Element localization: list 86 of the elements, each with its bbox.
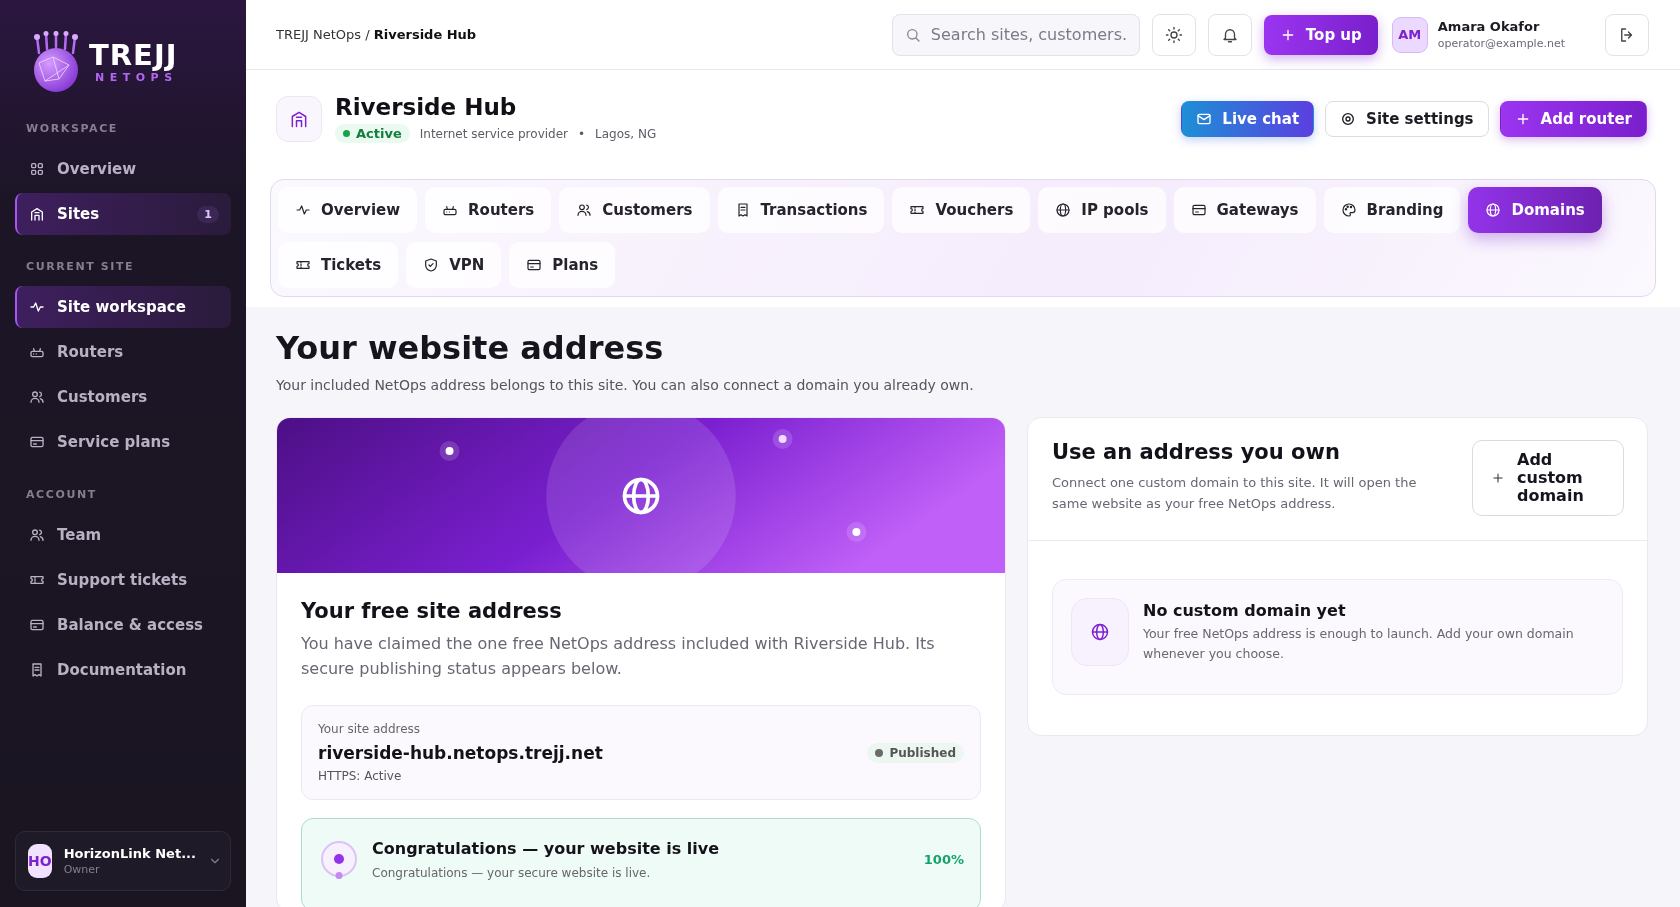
palette-icon	[1340, 202, 1357, 218]
sidebar-item[interactable]: Documentation	[15, 649, 231, 691]
empty-state-title: No custom domain yet	[1143, 600, 1347, 620]
notifications-button[interactable]	[1207, 13, 1252, 56]
theme-button[interactable]	[1151, 13, 1196, 56]
card-icon	[1190, 202, 1207, 218]
section-heading: WORKSPACE	[25, 122, 119, 135]
sidebar-item[interactable]: Sites 1	[15, 193, 231, 235]
site-title: Riverside Hub	[335, 94, 518, 120]
https-status: HTTPS: Active	[318, 769, 403, 783]
globe-icon	[1055, 202, 1072, 218]
card-description: You have claimed the one free NetOps address included with Riverside Hub. Its secure publishing status appears below.	[301, 633, 936, 680]
sidebar-item[interactable]: Balance & access	[15, 604, 231, 646]
site-type: Internet service provider	[419, 126, 568, 141]
pulse-icon	[295, 202, 311, 218]
target-icon	[1340, 110, 1357, 127]
card-icon	[29, 434, 45, 450]
receipt-icon	[29, 662, 45, 678]
tab[interactable]: Branding	[1323, 187, 1461, 233]
tab[interactable]: Tickets	[278, 242, 399, 288]
plus-icon	[1491, 471, 1505, 485]
sidebar-item[interactable]: Site workspace	[15, 286, 231, 328]
tab[interactable]: Domains	[1468, 187, 1602, 233]
sidebar-item[interactable]: Customers	[15, 376, 231, 418]
tab[interactable]: Transactions	[717, 187, 885, 233]
add-custom-domain-button[interactable]: Add custom domain	[1472, 440, 1624, 516]
users-icon	[29, 527, 45, 543]
top-up-button[interactable]: Top up	[1263, 14, 1378, 55]
shield-check-icon	[423, 257, 440, 273]
sidebar-item[interactable]: Service plans	[15, 421, 231, 463]
tab[interactable]: VPN	[406, 242, 502, 288]
section-heading: ACCOUNT	[25, 488, 98, 501]
user-email: operator@example.net	[1437, 37, 1565, 50]
brand-name: TREJJ	[89, 40, 178, 71]
building-icon	[29, 206, 45, 222]
page-subtitle: Your included NetOps address belongs to this site. You can also connect a domain you already own.	[276, 377, 975, 393]
sun-icon	[1164, 25, 1183, 44]
avatar: HO	[28, 844, 52, 878]
page-title: Your website address	[276, 329, 665, 367]
sidebar-item[interactable]: Overview	[15, 148, 231, 190]
live-chat-button[interactable]: Live chat	[1181, 100, 1315, 137]
account-name: HorizonLink Net...	[63, 846, 196, 861]
tab[interactable]: IP pools	[1038, 187, 1166, 233]
avatar: AM	[1391, 16, 1428, 53]
progress-percent: 100%	[923, 852, 964, 867]
tab[interactable]: Customers	[559, 187, 710, 233]
progress-title: Congratulations — your website is live	[372, 839, 720, 858]
empty-state-description: Your free NetOps address is enough to launch. Add your own domain whenever you choose.	[1143, 624, 1575, 663]
user-name: Amara Okafor	[1437, 19, 1540, 34]
card-title: Your free site address	[301, 599, 563, 623]
tab[interactable]: Gateways	[1173, 187, 1316, 233]
sidebar-item[interactable]: Routers	[15, 331, 231, 373]
sidebar-item[interactable]: Team	[15, 514, 231, 556]
status-ring-icon	[320, 839, 358, 880]
globe-icon	[1090, 622, 1110, 642]
status-badge: Published	[867, 742, 964, 763]
site-location: Lagos, NG	[595, 126, 657, 141]
account-role: Owner	[63, 863, 100, 876]
breadcrumb: TREJJ NetOps / Riverside Hub	[276, 27, 477, 42]
separator-dot: •	[578, 126, 586, 141]
logout-button[interactable]	[1605, 13, 1649, 56]
tab[interactable]: Vouchers	[892, 187, 1031, 233]
card-title: Use an address you own	[1052, 440, 1341, 464]
card-icon	[29, 617, 45, 633]
site-settings-button[interactable]: Site settings	[1325, 100, 1489, 137]
search-field[interactable]: Search sites, customers.	[891, 13, 1140, 56]
site-address: riverside-hub.netops.trejj.net	[318, 743, 603, 763]
progress-description: Congratulations — your secure website is live.	[372, 866, 652, 880]
grid-icon	[29, 161, 45, 177]
count-badge: 1	[197, 205, 219, 223]
section-heading: CURRENT SITE	[25, 260, 136, 273]
users-icon	[576, 202, 593, 218]
brand-subtitle: NETOPS	[95, 70, 178, 84]
users-icon	[29, 389, 45, 405]
tab[interactable]: Routers	[425, 187, 552, 233]
tab[interactable]: Overview	[278, 187, 418, 233]
field-label: Your site address	[318, 722, 422, 736]
card-description: Connect one custom domain to this site. It will open the same website as your free NetOps address.	[1052, 474, 1418, 513]
pulse-icon	[29, 299, 45, 315]
status-badge: Active	[335, 124, 410, 143]
sidebar-item[interactable]: Support tickets	[15, 559, 231, 601]
globe-icon	[1485, 202, 1502, 218]
search-icon	[904, 26, 921, 43]
tab[interactable]: Plans	[509, 242, 616, 288]
card-icon	[526, 257, 543, 273]
add-router-button[interactable]: Add router	[1499, 100, 1647, 137]
